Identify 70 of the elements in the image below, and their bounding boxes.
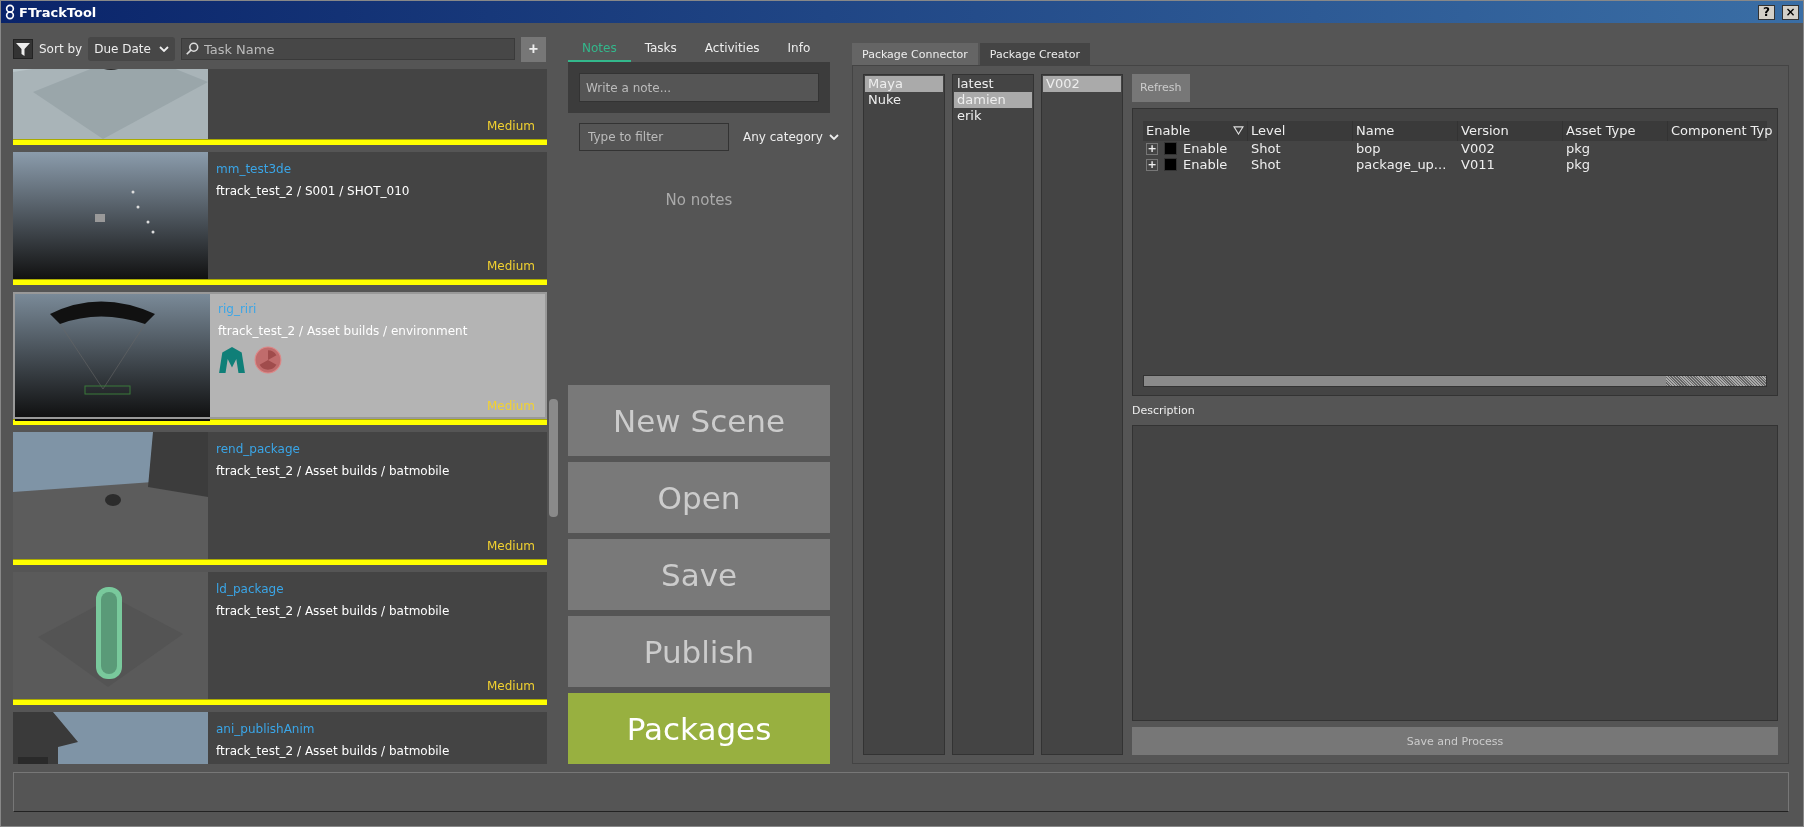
- notes-tab[interactable]: Activities: [690, 35, 774, 62]
- radiation-icon: [254, 346, 282, 374]
- expand-button[interactable]: +: [1146, 158, 1158, 171]
- priority-label: Medium: [487, 259, 535, 273]
- list-item[interactable]: latest: [954, 76, 1032, 92]
- description-field[interactable]: [1132, 425, 1778, 722]
- column-header[interactable]: Component Typ: [1668, 120, 1774, 141]
- table-cell: pkg: [1566, 141, 1591, 157]
- task-path: ftrack_test_2 / Asset builds / batmobile: [216, 464, 451, 478]
- task-path: ftrack_test_2 / S001 / SHOT_010: [216, 184, 411, 198]
- search-field[interactable]: Task Name: [180, 38, 515, 60]
- checkbox[interactable]: [1164, 158, 1177, 172]
- sort-icon: [1233, 126, 1244, 136]
- table-cell: bop: [1356, 141, 1381, 157]
- category-dropdown[interactable]: Any category: [743, 130, 839, 144]
- add-button[interactable]: +: [521, 36, 546, 62]
- table-cell: Shot: [1251, 157, 1281, 173]
- m-shape-icon: [218, 346, 246, 374]
- help-button[interactable]: ?: [1758, 4, 1775, 20]
- task-card[interactable]: ld_package ftrack_test_2 / Asset builds / batmobile Medium: [13, 572, 547, 699]
- list-item[interactable]: erik: [954, 108, 1032, 124]
- task-path: ftrack_test_2 / Asset builds / batmobile: [216, 744, 451, 758]
- task-name[interactable]: ani_publishAnim: [216, 722, 535, 736]
- search-icon: [184, 42, 199, 56]
- expand-button[interactable]: +: [1146, 142, 1158, 155]
- close-button[interactable]: ×: [1782, 4, 1799, 20]
- checkbox[interactable]: [1164, 142, 1177, 156]
- package-tab[interactable]: Package Creator: [979, 43, 1090, 65]
- priority-label: Medium: [487, 679, 535, 693]
- priority-label: Medium: [487, 119, 535, 133]
- package-tab[interactable]: Package Connector: [852, 43, 978, 65]
- window-title: FTrackTool: [19, 4, 97, 20]
- priority-label: Medium: [487, 399, 535, 413]
- chevron-down-icon: [158, 46, 169, 52]
- column-header[interactable]: Version: [1458, 120, 1563, 141]
- priority-label: Medium: [487, 539, 535, 553]
- filter-field[interactable]: Type to filter: [579, 123, 729, 151]
- table-cell: package_up...: [1356, 157, 1447, 173]
- task-card[interactable]: mm_test3de ftrack_test_2 / S001 / SHOT_010 Medium: [13, 152, 547, 279]
- task-path: ftrack_test_2 / Asset builds / environment: [218, 324, 469, 338]
- column-header[interactable]: Level: [1248, 120, 1353, 141]
- task-card[interactable]: ani_publishAnim ftrack_test_2 / Asset builds / batmobile: [13, 712, 547, 764]
- notes-tab[interactable]: Tasks: [630, 35, 691, 62]
- task-card[interactable]: Medium: [13, 69, 547, 139]
- scrollbar-thumb[interactable]: [1144, 376, 1667, 387]
- table-cell: V002: [1461, 141, 1495, 157]
- filter-icon[interactable]: [13, 39, 33, 59]
- column-header[interactable]: Asset Type: [1563, 120, 1668, 141]
- description-label: Description: [1132, 404, 1196, 418]
- app-logo-icon: [5, 4, 15, 20]
- task-name[interactable]: ld_package: [216, 582, 535, 596]
- sort-dropdown[interactable]: Due Date: [88, 37, 175, 61]
- table-cell: Enable: [1183, 141, 1228, 157]
- notes-tab[interactable]: Info: [773, 35, 825, 62]
- task-path: ftrack_test_2 / Asset builds / batmobile: [216, 604, 451, 618]
- list-item[interactable]: Nuke: [865, 92, 943, 108]
- table-cell: Enable: [1183, 157, 1228, 173]
- table-cell: Shot: [1251, 141, 1281, 157]
- note-input[interactable]: Write a note...: [579, 73, 819, 102]
- scrollbar-thumb[interactable]: [549, 399, 558, 517]
- column-header[interactable]: Enable: [1143, 120, 1248, 141]
- table-cell: pkg: [1566, 157, 1591, 173]
- task-name[interactable]: rend_package: [216, 442, 535, 456]
- task-card[interactable]: rend_package ftrack_test_2 / Asset builds / batmobile Medium: [13, 432, 547, 559]
- chevron-down-icon: [828, 134, 839, 140]
- column-header[interactable]: Name: [1353, 120, 1458, 141]
- sort-label: Sort by: [39, 42, 83, 56]
- task-name[interactable]: mm_test3de: [216, 162, 535, 176]
- table-cell: V011: [1461, 157, 1495, 173]
- empty-message: No notes: [665, 191, 733, 209]
